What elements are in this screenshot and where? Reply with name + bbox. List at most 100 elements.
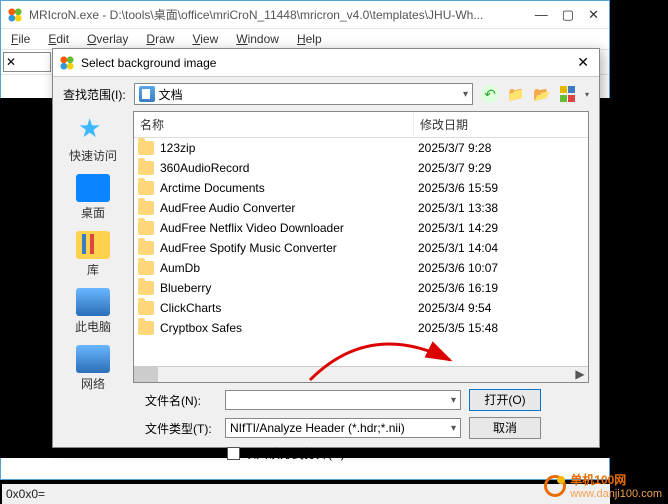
cross-toggle[interactable]: ✕: [3, 52, 51, 72]
table-row[interactable]: AumDb2025/3/6 10:07: [134, 258, 588, 278]
up-folder-icon[interactable]: 📁: [507, 85, 525, 103]
folder-icon: [138, 201, 154, 215]
new-folder-icon[interactable]: 📂: [533, 85, 551, 103]
file-list: 名称 修改日期 123zip2025/3/7 9:28360AudioRecor…: [133, 111, 589, 383]
dialog-titlebar: Select background image ✕: [53, 49, 599, 77]
file-date: 2025/3/6 16:19: [418, 281, 588, 295]
file-date: 2025/3/6 10:07: [418, 261, 588, 275]
place-quick-access[interactable]: 快速访问: [58, 117, 128, 164]
window-controls: — ▢ ✕: [531, 7, 603, 23]
chevron-down-icon: ▾: [447, 395, 460, 406]
lookin-row: 查找范围(I): 文档 ▾ ↶ 📁 📂 ▾: [53, 77, 599, 111]
col-date[interactable]: 修改日期: [414, 112, 588, 137]
readonly-label: 以只读方式打开(R): [244, 445, 345, 462]
dialog-toolbar: ↶ 📁 📂 ▾: [481, 85, 589, 103]
readonly-checkbox[interactable]: [227, 447, 240, 460]
main-titlebar: MRIcroN.exe - D:\tools\桌面\office\mriCroN…: [1, 1, 609, 29]
network-icon: [76, 345, 110, 373]
status-text: 0x0x0=: [6, 487, 45, 501]
folder-icon: [138, 281, 154, 295]
menu-file[interactable]: File: [11, 32, 30, 46]
menu-window[interactable]: Window: [236, 32, 279, 46]
filename-label: 文件名(N):: [145, 392, 217, 409]
file-date: 2025/3/6 15:59: [418, 181, 588, 195]
place-label: 库: [87, 261, 99, 278]
file-name: ClickCharts: [160, 301, 418, 315]
chevron-down-icon: ▾: [463, 89, 468, 100]
lookin-label: 查找范围(I):: [63, 86, 126, 103]
col-name[interactable]: 名称: [134, 112, 414, 137]
place-label: 快速访问: [69, 147, 117, 164]
place-network[interactable]: 网络: [58, 345, 128, 392]
back-icon[interactable]: ↶: [481, 85, 499, 103]
place-label: 此电脑: [75, 318, 111, 335]
table-row[interactable]: Arctime Documents2025/3/6 15:59: [134, 178, 588, 198]
file-date: 2025/3/1 13:38: [418, 201, 588, 215]
menubar: File Edit Overlay Draw View Window Help: [1, 29, 609, 49]
dialog-icon: [59, 55, 75, 71]
maximize-button[interactable]: ▢: [562, 7, 574, 23]
cancel-button[interactable]: 取消: [469, 417, 541, 439]
places-bar: 快速访问 桌面 库 此电脑 网络: [53, 111, 133, 383]
table-row[interactable]: AudFree Audio Converter2025/3/1 13:38: [134, 198, 588, 218]
h-scrollbar[interactable]: ▶: [134, 366, 588, 382]
place-label: 桌面: [81, 204, 105, 221]
place-desktop[interactable]: 桌面: [58, 174, 128, 221]
lookin-value: 文档: [159, 86, 463, 103]
place-label: 网络: [81, 375, 105, 392]
table-row[interactable]: AudFree Spotify Music Converter2025/3/1 …: [134, 238, 588, 258]
dialog-close-button[interactable]: ✕: [573, 54, 593, 71]
dialog-title: Select background image: [81, 56, 573, 70]
minimize-button[interactable]: —: [535, 7, 548, 23]
file-date: 2025/3/1 14:29: [418, 221, 588, 235]
file-date: 2025/3/5 15:48: [418, 321, 588, 335]
table-row[interactable]: 360AudioRecord2025/3/7 9:29: [134, 158, 588, 178]
pc-icon: [76, 288, 110, 316]
filetype-label: 文件类型(T):: [145, 420, 217, 437]
folder-icon: [138, 161, 154, 175]
chevron-down-icon: ▾: [447, 423, 460, 434]
table-row[interactable]: Blueberry2025/3/6 16:19: [134, 278, 588, 298]
menu-overlay[interactable]: Overlay: [87, 32, 128, 46]
file-name: 360AudioRecord: [160, 161, 418, 175]
filetype-value: NIfTI/Analyze Header (*.hdr;*.nii): [226, 421, 409, 435]
file-name: AudFree Audio Converter: [160, 201, 418, 215]
watermark-logo-icon: [544, 475, 566, 497]
filetype-combo[interactable]: NIfTI/Analyze Header (*.hdr;*.nii) ▾: [225, 418, 461, 438]
app-icon: [7, 7, 23, 23]
file-name: 123zip: [160, 141, 418, 155]
file-name: Blueberry: [160, 281, 418, 295]
file-rows: 123zip2025/3/7 9:28360AudioRecord2025/3/…: [134, 138, 588, 366]
open-button[interactable]: 打开(O): [469, 389, 541, 411]
menu-edit[interactable]: Edit: [48, 32, 69, 46]
close-button[interactable]: ✕: [588, 7, 599, 23]
lookin-combo[interactable]: 文档 ▾: [134, 83, 473, 105]
watermark: 单机100网www.danji100.com: [544, 471, 662, 500]
file-date: 2025/3/1 14:04: [418, 241, 588, 255]
folder-icon: [138, 261, 154, 275]
view-dropdown-icon[interactable]: ▾: [585, 90, 589, 99]
file-name: Arctime Documents: [160, 181, 418, 195]
folder-icon: [138, 181, 154, 195]
menu-help[interactable]: Help: [297, 32, 322, 46]
table-row[interactable]: ClickCharts2025/3/4 9:54: [134, 298, 588, 318]
table-row[interactable]: AudFree Netflix Video Downloader2025/3/1…: [134, 218, 588, 238]
table-row[interactable]: 123zip2025/3/7 9:28: [134, 138, 588, 158]
view-mode-icon[interactable]: [559, 85, 577, 103]
file-date: 2025/3/7 9:29: [418, 161, 588, 175]
watermark-url: www.danji100.com: [570, 488, 662, 500]
place-libraries[interactable]: 库: [58, 231, 128, 278]
filename-input[interactable]: ▾: [225, 390, 461, 410]
file-name: Cryptbox Safes: [160, 321, 418, 335]
folder-icon: [138, 221, 154, 235]
file-name: AudFree Spotify Music Converter: [160, 241, 418, 255]
file-date: 2025/3/4 9:54: [418, 301, 588, 315]
place-this-pc[interactable]: 此电脑: [58, 288, 128, 335]
file-name: AumDb: [160, 261, 418, 275]
table-row[interactable]: Cryptbox Safes2025/3/5 15:48: [134, 318, 588, 338]
list-header: 名称 修改日期: [134, 112, 588, 138]
star-icon: [76, 117, 110, 145]
menu-draw[interactable]: Draw: [146, 32, 174, 46]
status-bar: 0x0x0=: [2, 484, 610, 504]
menu-view[interactable]: View: [192, 32, 218, 46]
